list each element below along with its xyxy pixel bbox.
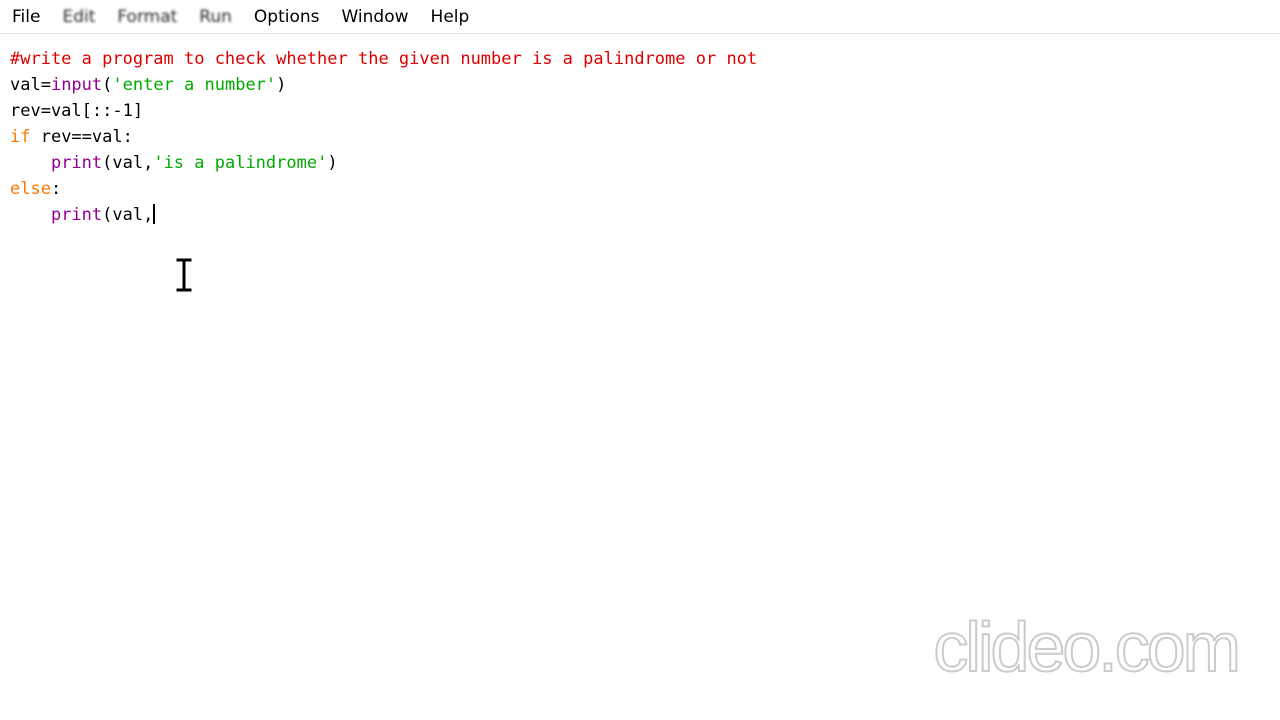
ibeam-cursor-icon [176, 258, 192, 292]
else-colon: : [50, 179, 62, 199]
comment-text: #write a program to check whether the gi… [10, 49, 758, 69]
builtin-input: input [50, 75, 103, 95]
code-text[interactable]: #write a program to check whether the gi… [10, 46, 757, 228]
code-line-4: if rev==val: [10, 124, 757, 150]
reverse-statement: rev=val[::-1] [10, 101, 144, 121]
menu-file[interactable]: File [2, 3, 50, 31]
code-line-6: else: [10, 176, 757, 202]
menu-options[interactable]: Options [244, 3, 330, 31]
menu-bar: File Edit Format Run Options Window Help [0, 0, 1280, 34]
print-args: (val, [102, 205, 154, 225]
menu-window[interactable]: Window [332, 3, 419, 31]
text-caret [153, 204, 156, 224]
menu-format[interactable]: Format [107, 3, 187, 31]
paren-close: ) [327, 153, 338, 173]
paren-close: ) [276, 75, 287, 95]
code-line-1: #write a program to check whether the gi… [10, 46, 757, 72]
string-literal: 'is a palindrome' [153, 153, 328, 173]
builtin-print: print [50, 153, 103, 173]
paren-open: ( [102, 75, 113, 95]
print-args: (val, [102, 153, 154, 173]
keyword-else: else [10, 179, 51, 199]
watermark-logo: clideo.com [932, 608, 1242, 686]
condition-text: rev==val: [30, 127, 133, 147]
keyword-if: if [10, 127, 31, 147]
code-line-5: print(val,'is a palindrome') [10, 150, 757, 176]
code-line-3: rev=val[::-1] [10, 98, 757, 124]
menu-help[interactable]: Help [421, 3, 480, 31]
menu-run[interactable]: Run [189, 3, 242, 31]
idle-editor-window: File Edit Format Run Options Window Help… [0, 0, 1280, 720]
code-line-7: print(val, [10, 202, 757, 228]
menu-edit[interactable]: Edit [52, 3, 105, 31]
assignment-text: val= [10, 75, 51, 95]
builtin-print: print [50, 205, 103, 225]
code-line-2: val=input('enter a number') [10, 72, 757, 98]
string-literal: 'enter a number' [112, 75, 277, 95]
